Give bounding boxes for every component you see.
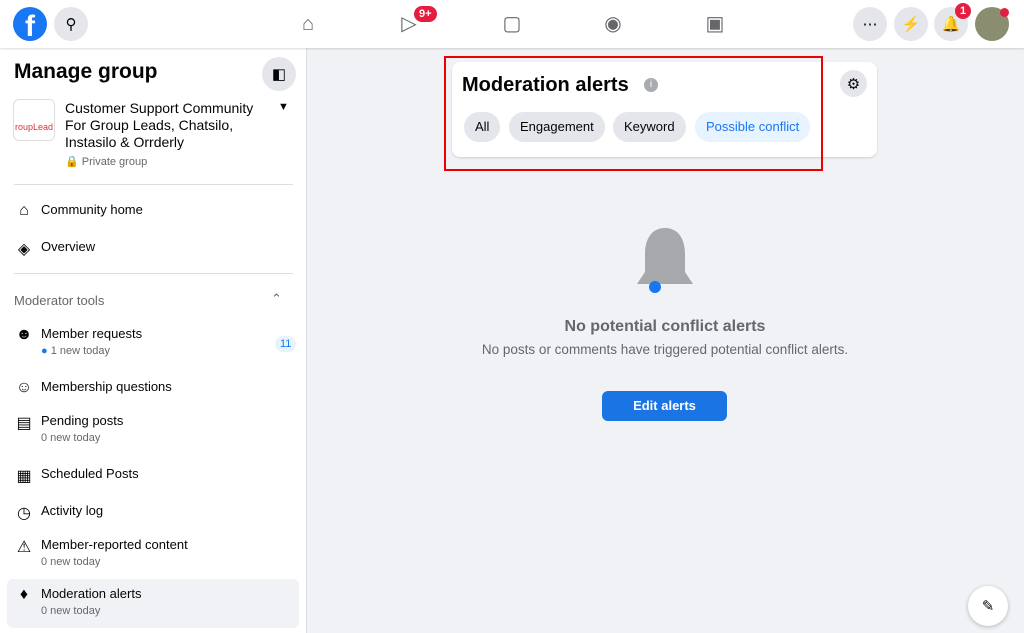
questions-icon: ☺ <box>15 379 33 396</box>
calendar-icon: ▦ <box>16 468 32 485</box>
home-icon[interactable]: ⌂ <box>296 12 320 36</box>
groups-icon[interactable]: ◉ <box>601 12 625 36</box>
bell-illustration-icon <box>637 228 693 293</box>
pending-icon: ▤ <box>16 415 32 432</box>
sidebar-item-pending-posts[interactable]: ▤ Pending posts 0 new today <box>14 413 294 444</box>
sidebar-item-moderation-alerts[interactable]: ♦ Moderation alerts 0 new today <box>14 586 294 617</box>
filter-keyword[interactable]: Keyword <box>613 112 686 142</box>
marketplace-icon[interactable]: ▢ <box>500 12 524 36</box>
chevron-down-icon[interactable]: ▼ <box>278 101 289 113</box>
messenger-icon[interactable]: ⚡ <box>894 7 928 41</box>
sidebar-item-overview[interactable]: ◈ Overview <box>14 239 294 259</box>
divider <box>14 184 293 185</box>
video-badge: 9+ <box>414 6 437 22</box>
sidebar-item-membership-questions[interactable]: ☺ Membership questions <box>14 379 294 397</box>
facebook-logo[interactable]: f <box>13 7 47 41</box>
edit-alerts-button[interactable]: Edit alerts <box>602 391 727 421</box>
menu-grid-icon[interactable]: ⋯ <box>853 7 887 41</box>
clock-icon: ◷ <box>17 505 31 522</box>
collapse-sidebar-icon[interactable]: ◧ <box>262 57 296 91</box>
filter-possible-conflict[interactable]: Possible conflict <box>695 112 811 142</box>
group-logo: roupLead <box>13 99 55 141</box>
search-icon[interactable]: ⚲ <box>54 7 88 41</box>
layers-icon: ◈ <box>17 241 31 258</box>
home-icon: ⌂ <box>19 202 29 219</box>
group-name[interactable]: Customer Support Community For Group Lea… <box>65 100 275 151</box>
sidebar-item-scheduled-posts[interactable]: ▦ Scheduled Posts <box>14 466 294 486</box>
filter-all[interactable]: All <box>464 112 501 142</box>
sidebar-item-member-requests[interactable]: ☻ Member requests ● 1 new today <box>14 326 294 357</box>
avatar-dot <box>1000 8 1009 17</box>
chevron-up-icon[interactable]: ⌃ <box>271 291 282 307</box>
privacy-label: 🔒 Private group <box>65 156 148 168</box>
card-title: Moderation alerts <box>462 74 629 96</box>
sidebar-item-community-home[interactable]: ⌂ Community home <box>14 202 294 220</box>
compose-icon[interactable]: ✎ <box>968 586 1008 626</box>
info-icon[interactable]: i <box>644 78 658 92</box>
person-add-icon: ☻ <box>15 326 33 343</box>
sidebar-item-member-reported[interactable]: ⚠ Member-reported content 0 new today <box>14 537 294 568</box>
gaming-icon[interactable]: ▣ <box>703 12 727 36</box>
section-header: Moderator tools <box>14 293 105 308</box>
notification-badge: 1 <box>955 3 972 19</box>
divider <box>14 273 293 274</box>
top-bar: f ⚲ ⌂ ▷ 9+ ▢ ◉ ▣ ⋯ ⚡ 🔔 1 <box>0 0 1024 48</box>
count-badge: 11 <box>275 336 297 352</box>
page-title: Manage group <box>14 60 158 83</box>
empty-title: No potential conflict alerts <box>564 318 766 335</box>
gear-icon[interactable]: ⚙ <box>840 70 867 97</box>
empty-description: No posts or comments have triggered pote… <box>481 342 849 357</box>
filter-engagement[interactable]: Engagement <box>509 112 605 142</box>
report-icon: ⚠ <box>16 539 32 556</box>
alert-bubble-icon: ♦ <box>19 586 29 603</box>
sidebar-item-activity-log[interactable]: ◷ Activity log <box>14 503 294 523</box>
